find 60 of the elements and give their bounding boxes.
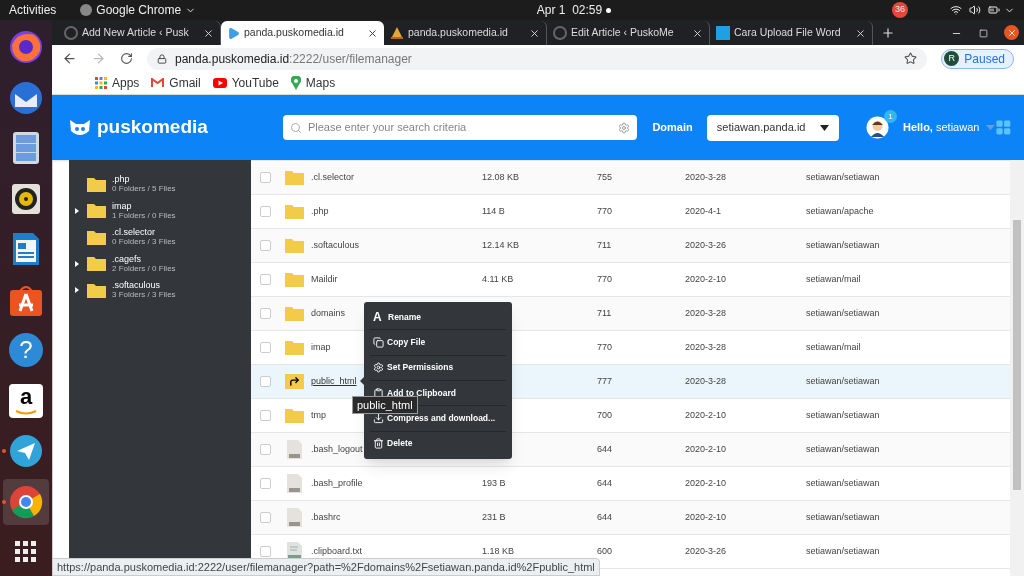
file-owner: setiawan/setiawan (806, 408, 880, 422)
file-owner: setiawan/setiawan (806, 544, 880, 558)
file-owner: setiawan/setiawan (806, 476, 880, 490)
domain-label: Domain (652, 120, 693, 136)
file-date: 2020-3-28 (685, 306, 728, 320)
file-date: 2020-3-28 (685, 340, 728, 354)
file-permissions: 755 (597, 170, 614, 184)
file-date: 2020-4-1 (685, 204, 723, 218)
profile-avatar: R (944, 51, 960, 66)
file-date: 2020-3-28 (685, 170, 728, 184)
notification-badge: 1 (883, 110, 897, 123)
file-date: 2020-3-28 (685, 374, 728, 388)
file-owner: setiawan/setiawan (806, 442, 880, 456)
tooltip: public_html (352, 396, 418, 414)
file-owner: setiawan/mail (806, 340, 861, 354)
file-owner: setiawan/mail (806, 272, 861, 286)
file-date: 2020-2-10 (685, 408, 728, 422)
file-date: 2020-2-10 (685, 272, 728, 286)
file-owner: setiawan/setiawan (806, 238, 880, 252)
file-permissions: 644 (597, 442, 614, 456)
file-size: 231 B (482, 510, 507, 524)
folder-name: .php (112, 174, 131, 184)
file-size: 12.08 KB (482, 170, 521, 184)
letter-icon: A (373, 311, 385, 324)
file-date: 2020-2-10 (685, 510, 728, 524)
file-owner: setiawan/apache (806, 204, 874, 218)
folder-name: .cl.selector (112, 227, 156, 237)
file-permissions: 644 (597, 476, 614, 490)
file-permissions: 600 (597, 544, 614, 558)
file-permissions: 770 (597, 204, 614, 218)
folder-count: 0 Folders / 3 Files (112, 237, 176, 247)
folder-name: imap (112, 200, 132, 211)
file-date: 2020-3-26 (685, 544, 728, 558)
file-date: 2020-3-26 (685, 238, 728, 252)
folder-count: 1 Folders / 0 Files (112, 210, 176, 221)
file-permissions: 770 (597, 340, 614, 354)
file-size: 193 B (482, 476, 507, 490)
file-permissions: 777 (597, 374, 614, 388)
file-owner: setiawan/setiawan (806, 374, 880, 388)
file-permissions: 644 (597, 510, 614, 524)
file-permissions: 700 (597, 408, 614, 422)
file-size: 4.11 KB (482, 272, 515, 286)
folder-count: 3 Folders / 3 Files (112, 290, 176, 300)
folder-name: .cagefs (112, 253, 142, 264)
file-permissions: 711 (597, 306, 613, 320)
file-size: 1.18 KB (482, 544, 516, 558)
file-owner: setiawan/setiawan (806, 306, 880, 320)
file-date: 2020-2-10 (685, 442, 728, 456)
file-date: 2020-2-10 (685, 476, 728, 490)
file-size: 12.14 KB (482, 238, 521, 252)
file-permissions: 770 (597, 272, 614, 286)
file-size: 114 B (482, 204, 506, 218)
notification-count: 36 (892, 2, 908, 18)
url-tooltip: https://panda.puskomedia.id:2222/user/filemanager?path=%2Fdomains%2Fsetiawan.panda.id%2Fpublic_html (52, 558, 600, 576)
file-owner: setiawan/setiawan (806, 510, 880, 524)
file-permissions: 711 (597, 238, 613, 252)
file-owner: setiawan/setiawan (806, 170, 880, 184)
folder-count: 0 Folders / 5 Files (112, 184, 176, 194)
folder-count: 2 Folders / 0 Files (112, 263, 176, 274)
folder-name: .softaculous (112, 280, 162, 290)
